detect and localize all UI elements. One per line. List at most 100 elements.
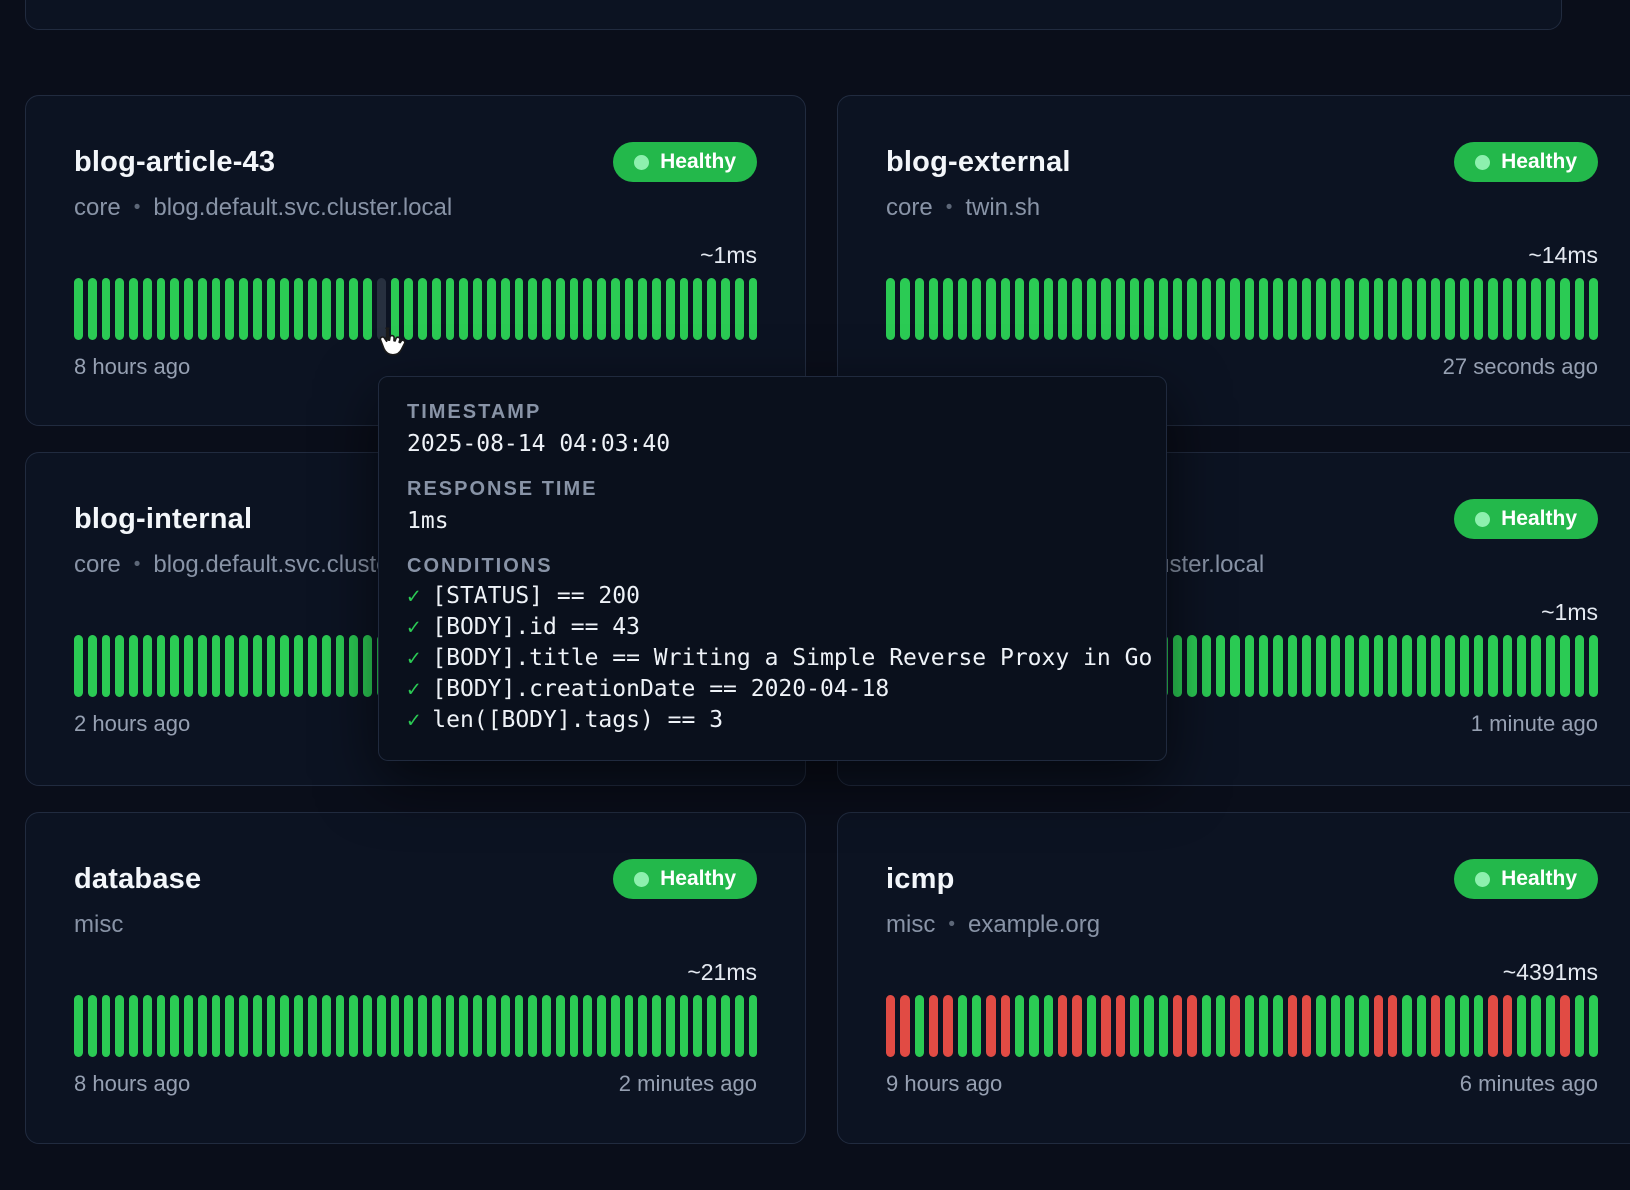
uptime-bar[interactable] [1101, 995, 1110, 1057]
uptime-bar[interactable] [1417, 995, 1426, 1057]
uptime-bar[interactable] [1058, 278, 1067, 340]
uptime-bar[interactable] [570, 995, 579, 1057]
uptime-bar[interactable] [143, 278, 152, 340]
uptime-bar[interactable] [735, 278, 744, 340]
uptime-bar[interactable] [1460, 995, 1469, 1057]
uptime-bar[interactable] [1531, 278, 1540, 340]
uptime-bar[interactable] [404, 995, 413, 1057]
uptime-bar[interactable] [1302, 278, 1311, 340]
uptime-bar[interactable] [1488, 635, 1497, 697]
uptime-bar[interactable] [501, 995, 510, 1057]
uptime-bar[interactable] [1359, 635, 1368, 697]
uptime-bar[interactable] [157, 995, 166, 1057]
uptime-bar[interactable] [239, 635, 248, 697]
uptime-bar[interactable] [253, 635, 262, 697]
uptime-bar[interactable] [267, 995, 276, 1057]
uptime-bar[interactable] [1503, 278, 1512, 340]
uptime-bar[interactable] [570, 278, 579, 340]
uptime-bar[interactable] [597, 278, 606, 340]
uptime-bar[interactable] [1417, 278, 1426, 340]
uptime-bar[interactable] [1316, 635, 1325, 697]
uptime-bar[interactable] [459, 995, 468, 1057]
uptime-bar[interactable] [404, 278, 413, 340]
uptime-bar[interactable] [1331, 278, 1340, 340]
uptime-bar[interactable] [1001, 278, 1010, 340]
uptime-bar[interactable] [459, 278, 468, 340]
uptime-bar[interactable] [88, 278, 97, 340]
uptime-bar[interactable] [515, 995, 524, 1057]
uptime-bar[interactable] [972, 278, 981, 340]
uptime-bar[interactable] [1560, 278, 1569, 340]
uptime-bar[interactable] [1259, 995, 1268, 1057]
uptime-bar[interactable] [680, 995, 689, 1057]
uptime-bar[interactable] [1374, 278, 1383, 340]
uptime-bar[interactable] [1331, 995, 1340, 1057]
endpoint-card-database[interactable]: database Healthy misc ~21ms 8 hours ago … [25, 812, 806, 1144]
uptime-bar[interactable] [184, 995, 193, 1057]
uptime-bar[interactable] [1359, 278, 1368, 340]
uptime-bar[interactable] [432, 995, 441, 1057]
uptime-bar[interactable] [1517, 635, 1526, 697]
uptime-bars[interactable] [886, 278, 1598, 340]
uptime-bar[interactable] [280, 278, 289, 340]
uptime-bar[interactable] [1331, 635, 1340, 697]
uptime-bar[interactable] [391, 995, 400, 1057]
uptime-bar[interactable] [1589, 278, 1598, 340]
uptime-bar[interactable] [129, 278, 138, 340]
uptime-bar[interactable] [1388, 278, 1397, 340]
uptime-bar[interactable] [900, 278, 909, 340]
uptime-bar[interactable] [349, 635, 358, 697]
uptime-bar[interactable] [1288, 995, 1297, 1057]
uptime-bar[interactable] [542, 995, 551, 1057]
uptime-bar[interactable] [487, 995, 496, 1057]
uptime-bar[interactable] [1575, 995, 1584, 1057]
uptime-bar[interactable] [1445, 278, 1454, 340]
uptime-bar[interactable] [349, 995, 358, 1057]
uptime-bar[interactable] [1460, 635, 1469, 697]
uptime-bar[interactable] [267, 278, 276, 340]
uptime-bar[interactable] [680, 278, 689, 340]
uptime-bar[interactable] [294, 995, 303, 1057]
uptime-bar[interactable] [1029, 278, 1038, 340]
uptime-bar[interactable] [1445, 995, 1454, 1057]
uptime-bar[interactable] [102, 278, 111, 340]
uptime-bar[interactable] [943, 995, 952, 1057]
uptime-bar[interactable] [1202, 995, 1211, 1057]
uptime-bar[interactable] [1116, 278, 1125, 340]
uptime-bar[interactable] [666, 278, 675, 340]
uptime-bar[interactable] [1273, 635, 1282, 697]
uptime-bar[interactable] [1245, 995, 1254, 1057]
uptime-bar[interactable] [170, 995, 179, 1057]
uptime-bar[interactable] [886, 278, 895, 340]
uptime-bar[interactable] [1044, 995, 1053, 1057]
uptime-bar[interactable] [418, 995, 427, 1057]
uptime-bar[interactable] [377, 278, 386, 340]
uptime-bar[interactable] [638, 278, 647, 340]
uptime-bar[interactable] [102, 995, 111, 1057]
uptime-bar[interactable] [1345, 278, 1354, 340]
uptime-bar[interactable] [129, 995, 138, 1057]
uptime-bar[interactable] [1402, 635, 1411, 697]
uptime-bar[interactable] [1230, 635, 1239, 697]
uptime-bar[interactable] [958, 995, 967, 1057]
uptime-bar[interactable] [1130, 995, 1139, 1057]
uptime-bar[interactable] [1216, 995, 1225, 1057]
uptime-bar[interactable] [1474, 995, 1483, 1057]
uptime-bar[interactable] [1087, 995, 1096, 1057]
uptime-bar[interactable] [1015, 995, 1024, 1057]
uptime-bar[interactable] [1159, 995, 1168, 1057]
uptime-bar[interactable] [1044, 278, 1053, 340]
uptime-bar[interactable] [1216, 278, 1225, 340]
uptime-bar[interactable] [198, 278, 207, 340]
uptime-bar[interactable] [225, 635, 234, 697]
uptime-bar[interactable] [1072, 995, 1081, 1057]
uptime-bar[interactable] [198, 635, 207, 697]
uptime-bar[interactable] [1546, 995, 1555, 1057]
uptime-bar[interactable] [929, 995, 938, 1057]
uptime-bar[interactable] [418, 278, 427, 340]
uptime-bar[interactable] [721, 995, 730, 1057]
uptime-bar[interactable] [1288, 635, 1297, 697]
uptime-bar[interactable] [432, 278, 441, 340]
uptime-bar[interactable] [597, 995, 606, 1057]
uptime-bar[interactable] [1474, 635, 1483, 697]
